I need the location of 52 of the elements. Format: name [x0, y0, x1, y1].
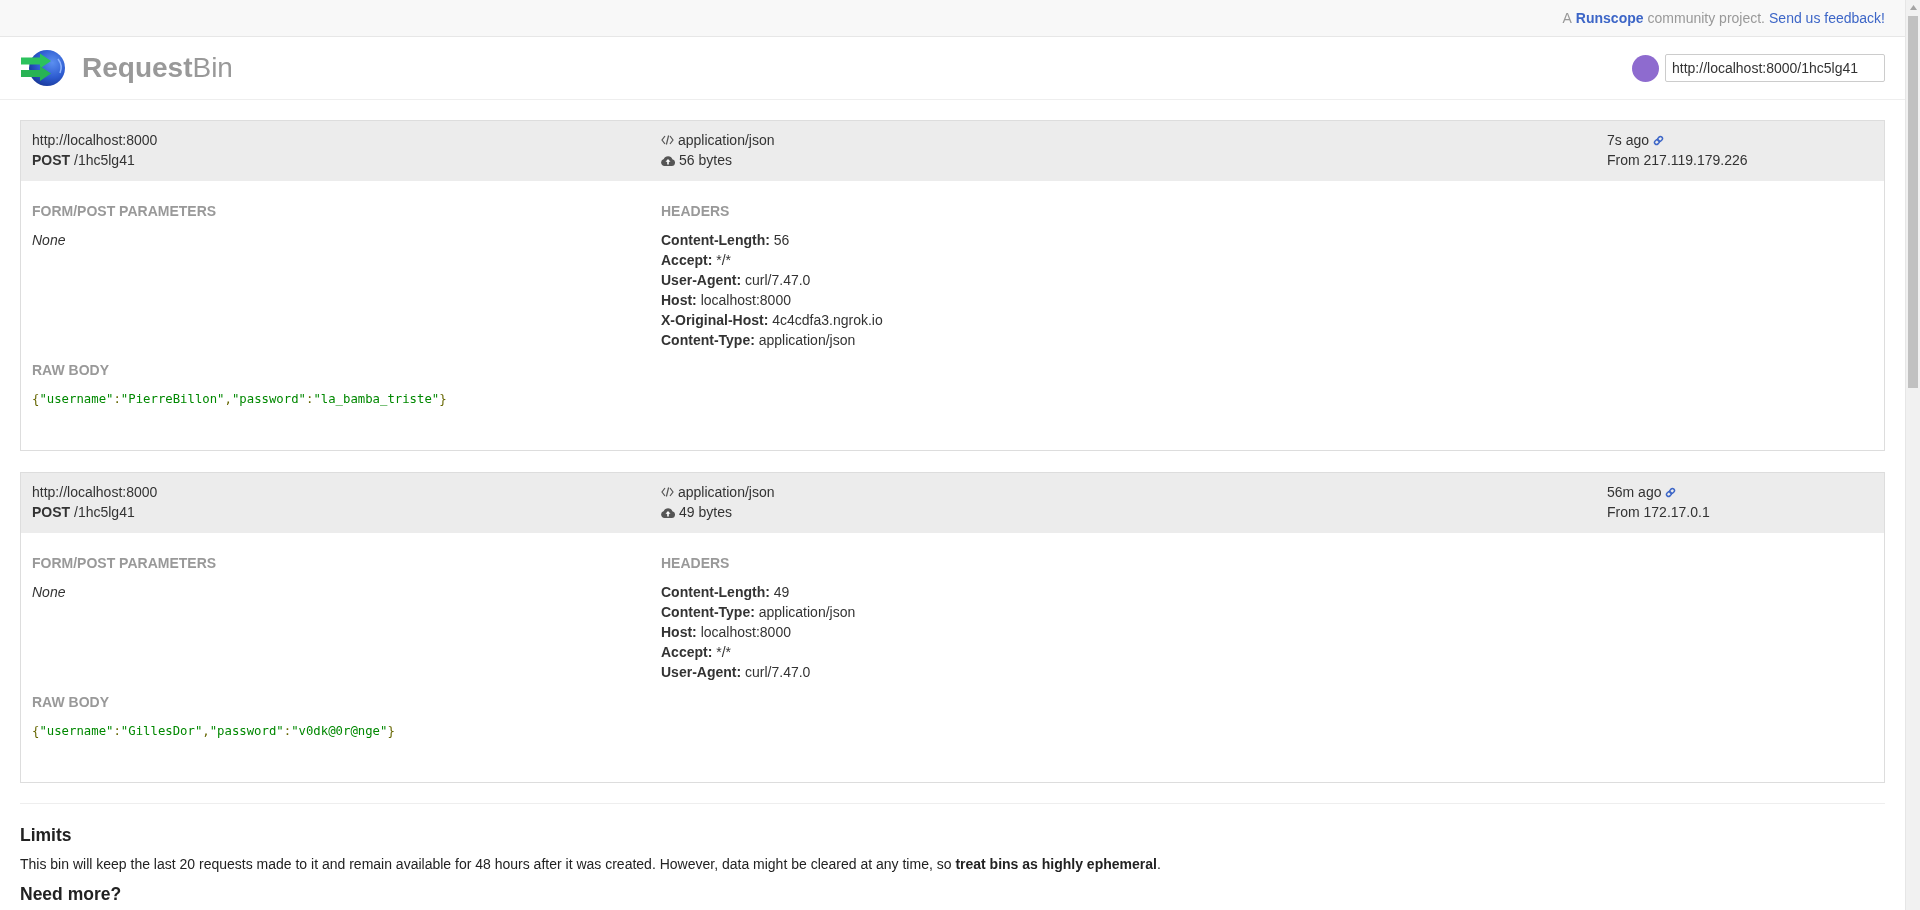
request-url-text: http://localhost:8000 [32, 483, 158, 502]
header-line-text: Accept: */* [661, 251, 732, 270]
request-url-text: http://localhost:8000 [32, 131, 158, 150]
limits-heading: Limits [20, 825, 72, 845]
link-icon[interactable] [1665, 486, 1677, 498]
content-type-text: application/json [678, 131, 775, 150]
form-params-value: None [32, 231, 66, 250]
request-age-text: 7s ago [1607, 131, 1650, 150]
logo-icon[interactable] [20, 47, 66, 89]
section-title: HEADERS [661, 555, 730, 571]
request-age-text: 56m ago [1607, 483, 1662, 502]
section-title: RAW BODY [32, 694, 109, 710]
header-line-text: Content-Type: application/json [661, 331, 856, 350]
header-line-text: Host: localhost:8000 [661, 623, 791, 642]
section-title: FORM/POST PARAMETERS [32, 203, 217, 219]
raw-body-code: {"username":"PierreBillon","password":"la_bamba_triste"} [32, 391, 447, 408]
body-size-text: 49 bytes [679, 503, 732, 522]
request-line-text: POST /1hc5lg41 [32, 503, 135, 522]
scrollbar-thumb[interactable] [1908, 16, 1918, 388]
header-line-text: Content-Type: application/json [661, 603, 856, 622]
header-line-text: Content-Length: 56 [661, 231, 790, 250]
form-params-value: None [32, 583, 66, 602]
header-line-text: User-Agent: curl/7.47.0 [661, 663, 811, 682]
cloud-upload-icon [661, 154, 675, 166]
scrollbar[interactable] [1905, 0, 1920, 910]
limits-text: This bin will keep the last 20 requests made to it and remain available for 48 hours after it was created. However, data might be cleared at any time, so treat bins as highly ephemeral. [20, 856, 1161, 872]
header-line-text: Host: localhost:8000 [661, 291, 791, 310]
source-ip-text: From 217.119.179.226 [1607, 151, 1748, 170]
feedback-link[interactable]: Send us feedback! [1769, 8, 1885, 28]
code-icon [661, 487, 674, 497]
section-title: FORM/POST PARAMETERS [32, 555, 217, 571]
link-icon[interactable] [1653, 134, 1665, 146]
bin-url-field[interactable]: http://localhost:8000/1hc5lg41 [1665, 54, 1885, 82]
bin-dot-icon [1632, 54, 1659, 82]
section-title: RAW BODY [32, 362, 109, 378]
code-icon [661, 135, 674, 145]
header-line-text: Accept: */* [661, 643, 732, 662]
byline-text: community project. [1647, 9, 1765, 28]
app-title[interactable]: RequestBin [82, 51, 233, 85]
byline-text: A [1562, 9, 1572, 28]
source-ip-text: From 172.17.0.1 [1607, 503, 1710, 522]
request-line-text: POST /1hc5lg41 [32, 151, 135, 170]
section-title: HEADERS [661, 203, 730, 219]
need-more-heading: Need more? [20, 884, 122, 904]
content-type-text: application/json [678, 483, 775, 502]
cloud-upload-icon [661, 506, 675, 518]
header-line-text: X-Original-Host: 4c4cdfa3.ngrok.io [661, 311, 883, 330]
raw-body-code: {"username":"GillesDor","password":"v0dk@0r@nge"} [32, 723, 395, 740]
header-line-text: User-Agent: curl/7.47.0 [661, 271, 811, 290]
runscope-link[interactable]: Runscope [1575, 8, 1644, 28]
header-line-text: Content-Length: 49 [661, 583, 790, 602]
body-size-text: 56 bytes [679, 151, 732, 170]
